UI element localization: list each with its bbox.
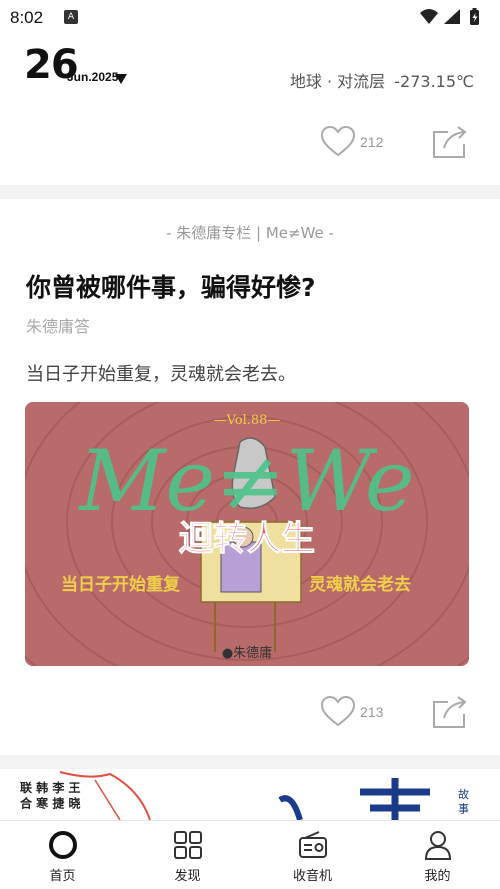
- top-card-actions: 212: [0, 122, 500, 162]
- next-article-cover: 联 韩 李 王合 寒 捷 晓 故事: [0, 770, 500, 820]
- cover-subtitle: 迴转人生: [179, 519, 315, 559]
- weather-location: 地球 · 对流层: [289, 72, 386, 91]
- next-article-preview[interactable]: 联 韩 李 王合 寒 捷 晓 故事: [0, 770, 500, 820]
- article-actions: 213: [0, 692, 500, 732]
- status-bar: 8:02 A: [0, 0, 500, 34]
- like-count: 212: [360, 134, 384, 150]
- date-header: 26 Jun.2025 地球 · 对流层 -273.15℃: [0, 34, 500, 104]
- signal-icon: [444, 9, 460, 24]
- grid-icon: [173, 831, 202, 859]
- heart-icon: [320, 696, 356, 727]
- card-divider: [0, 755, 500, 769]
- cover-vol-label: —Vol.88—: [214, 413, 281, 428]
- user-icon: [424, 831, 451, 860]
- wifi-icon: [420, 9, 438, 24]
- like-button[interactable]: 212: [320, 122, 383, 162]
- home-circle-icon: [48, 831, 77, 859]
- like-count: 213: [360, 704, 384, 720]
- cover-caption-right: 灵魂就会老去: [309, 574, 411, 595]
- status-time: 8:02: [10, 8, 44, 27]
- tab-discover[interactable]: 发现: [125, 821, 250, 889]
- notification-app-icon: A: [64, 10, 78, 24]
- share-icon[interactable]: [430, 124, 468, 160]
- article-excerpt: 当日子开始重复，灵魂就会老去。: [26, 364, 296, 385]
- status-indicators-icon: [420, 8, 479, 25]
- tab-radio-label: 收音机: [292, 869, 332, 884]
- cover-illustration: —Vol.88— Me≠We 迴转人生 当日子开始重复 灵魂就会老去 ●朱德庸: [25, 402, 469, 666]
- weather-temperature: -273.15℃: [394, 72, 474, 91]
- cover-headline: Me≠We: [77, 432, 414, 530]
- tab-home-label: 首页: [49, 869, 76, 884]
- tab-discover-label: 发现: [174, 869, 201, 884]
- tab-radio[interactable]: 收音机: [250, 821, 375, 889]
- share-icon[interactable]: [430, 694, 468, 730]
- radio-icon: [298, 831, 327, 858]
- tab-profile[interactable]: 我的: [375, 821, 500, 889]
- tab-home[interactable]: 首页: [0, 821, 125, 889]
- date-month-year[interactable]: Jun.2025: [67, 70, 118, 84]
- like-button[interactable]: 213: [320, 692, 383, 732]
- article-title[interactable]: 你曾被哪件事，骗得好惨?: [26, 268, 316, 304]
- cover-signature: ●朱德庸: [222, 645, 272, 661]
- chevron-down-icon[interactable]: [114, 72, 128, 86]
- bottom-tab-bar: 首页 发现 收音机 我的: [0, 820, 500, 889]
- card-divider: [0, 185, 500, 199]
- tab-profile-label: 我的: [424, 869, 451, 884]
- weather-info: 地球 · 对流层 -273.15℃: [286, 68, 474, 92]
- cover-caption-left: 当日子开始重复: [61, 574, 181, 595]
- column-label: - 朱德庸专栏 | Me≠We -: [166, 224, 334, 242]
- heart-icon: [320, 126, 356, 157]
- article-cover-image[interactable]: —Vol.88— Me≠We 迴转人生 当日子开始重复 灵魂就会老去 ●朱德庸: [25, 402, 469, 666]
- article-author: 朱德庸答: [26, 317, 91, 336]
